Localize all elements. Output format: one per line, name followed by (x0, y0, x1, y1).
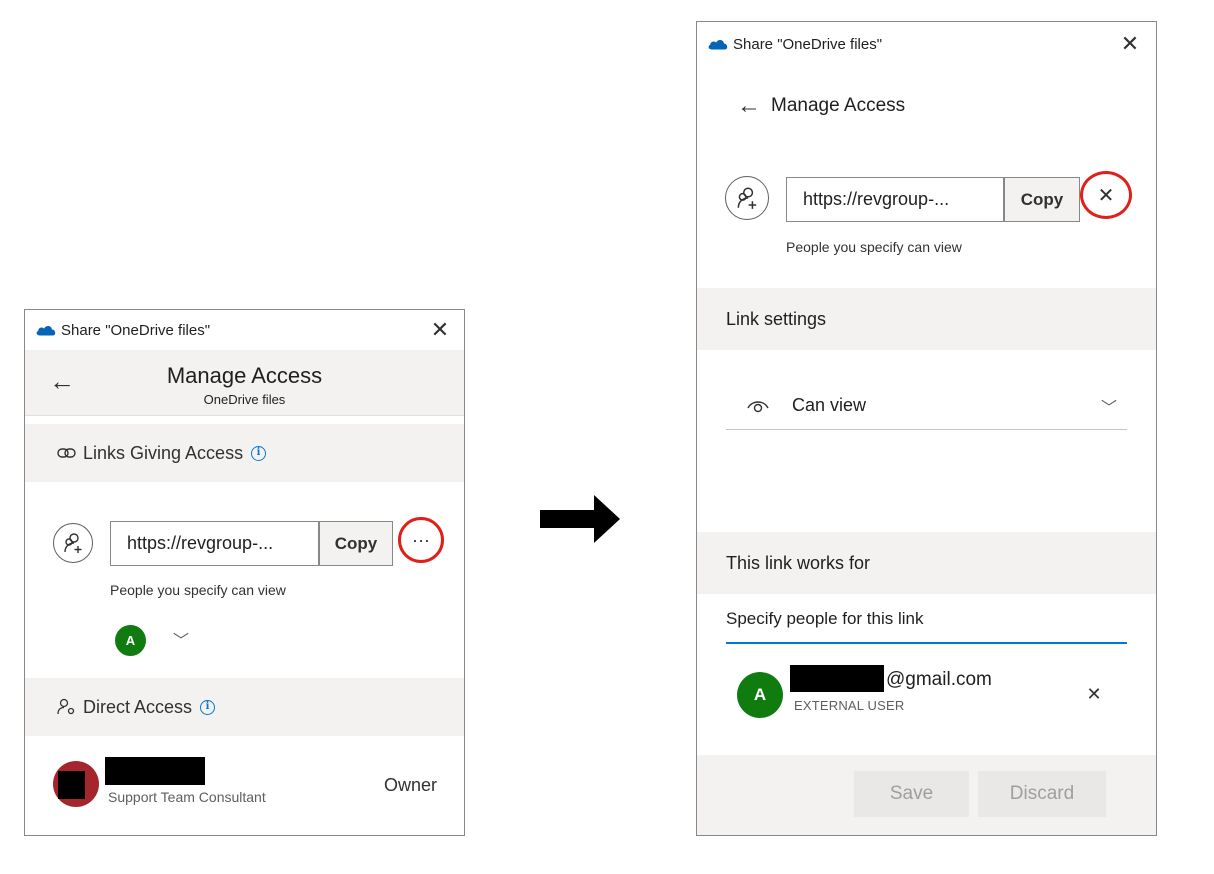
dialog-title: Share "OneDrive files" (733, 35, 883, 53)
more-options-icon[interactable]: ··· (398, 517, 444, 563)
copy-button[interactable]: Copy (1004, 177, 1080, 222)
close-icon[interactable]: ✕ (1116, 30, 1144, 58)
permission-dropdown-value: Can view (792, 395, 867, 415)
link-icon (57, 448, 76, 458)
back-button[interactable]: ← Manage Access (737, 92, 905, 120)
link-works-for-heading: This link works for (697, 532, 1156, 594)
external-user-email: @gmail.com (886, 669, 992, 690)
back-arrow-icon[interactable]: ← (737, 92, 761, 120)
info-icon[interactable]: i (200, 699, 216, 715)
title-bar: Share "OneDrive files" (25, 310, 464, 350)
avatar: A (737, 672, 783, 718)
people-share-icon (53, 523, 93, 563)
delete-link-icon[interactable]: ✕ (1080, 171, 1132, 219)
chevron-down-icon[interactable]: ﹀ (1101, 394, 1117, 418)
manage-access-title: Manage Access (166, 363, 323, 388)
eye-icon (747, 400, 769, 412)
owner-permission: Owner (383, 775, 437, 795)
share-dialog-after: Share "OneDrive files" ✕ ← Manage Access… (696, 21, 1157, 836)
close-icon[interactable]: ✕ (426, 316, 454, 344)
save-button[interactable]: Save (854, 771, 969, 817)
discard-button[interactable]: Discard (978, 771, 1106, 817)
arrow-right-icon (540, 495, 620, 543)
owner-role-text: Support Team Consultant (108, 789, 266, 805)
info-icon[interactable]: i (251, 445, 267, 461)
redacted-name (105, 757, 205, 785)
people-share-icon (725, 176, 769, 220)
redacted-email-prefix (790, 665, 884, 692)
chevron-down-icon[interactable]: ﹀ (173, 627, 189, 651)
dialog-title: Share "OneDrive files" (61, 321, 211, 339)
link-url-field[interactable]: https://revgroup-... (110, 521, 319, 566)
direct-access-section: Direct Access i (25, 678, 464, 736)
remove-user-icon[interactable]: ✕ (1080, 680, 1108, 708)
links-section-label: Links Giving Access (83, 442, 244, 463)
direct-section-label: Direct Access (83, 696, 193, 717)
permission-dropdown[interactable]: Can view ﹀ (726, 382, 1127, 430)
dialog-footer: Save Discard (697, 755, 1156, 835)
redacted-avatar-box (58, 771, 85, 799)
title-bar: Share "OneDrive files" (697, 22, 1156, 66)
share-dialog-before: Share "OneDrive files" ✕ ← Manage Access… (24, 309, 465, 836)
link-permission-text: People you specify can view (786, 239, 962, 255)
manage-access-subtitle: OneDrive files (203, 392, 286, 407)
copy-button[interactable]: Copy (319, 521, 393, 566)
manage-access-header: ← Manage Access OneDrive files (25, 350, 464, 416)
onedrive-cloud-icon (708, 39, 728, 50)
onedrive-cloud-icon (36, 325, 56, 336)
link-url-field[interactable]: https://revgroup-... (786, 177, 1004, 222)
people-settings-icon (57, 698, 75, 715)
avatar: A (115, 625, 146, 656)
external-user-role: EXTERNAL USER (794, 698, 905, 713)
link-settings-heading: Link settings (697, 288, 1156, 350)
specify-people-input[interactable]: Specify people for this link (726, 596, 1127, 644)
links-giving-access-section: Links Giving Access i (25, 424, 464, 482)
link-permission-text: People you specify can view (110, 582, 286, 598)
manage-access-title: Manage Access (771, 95, 906, 116)
